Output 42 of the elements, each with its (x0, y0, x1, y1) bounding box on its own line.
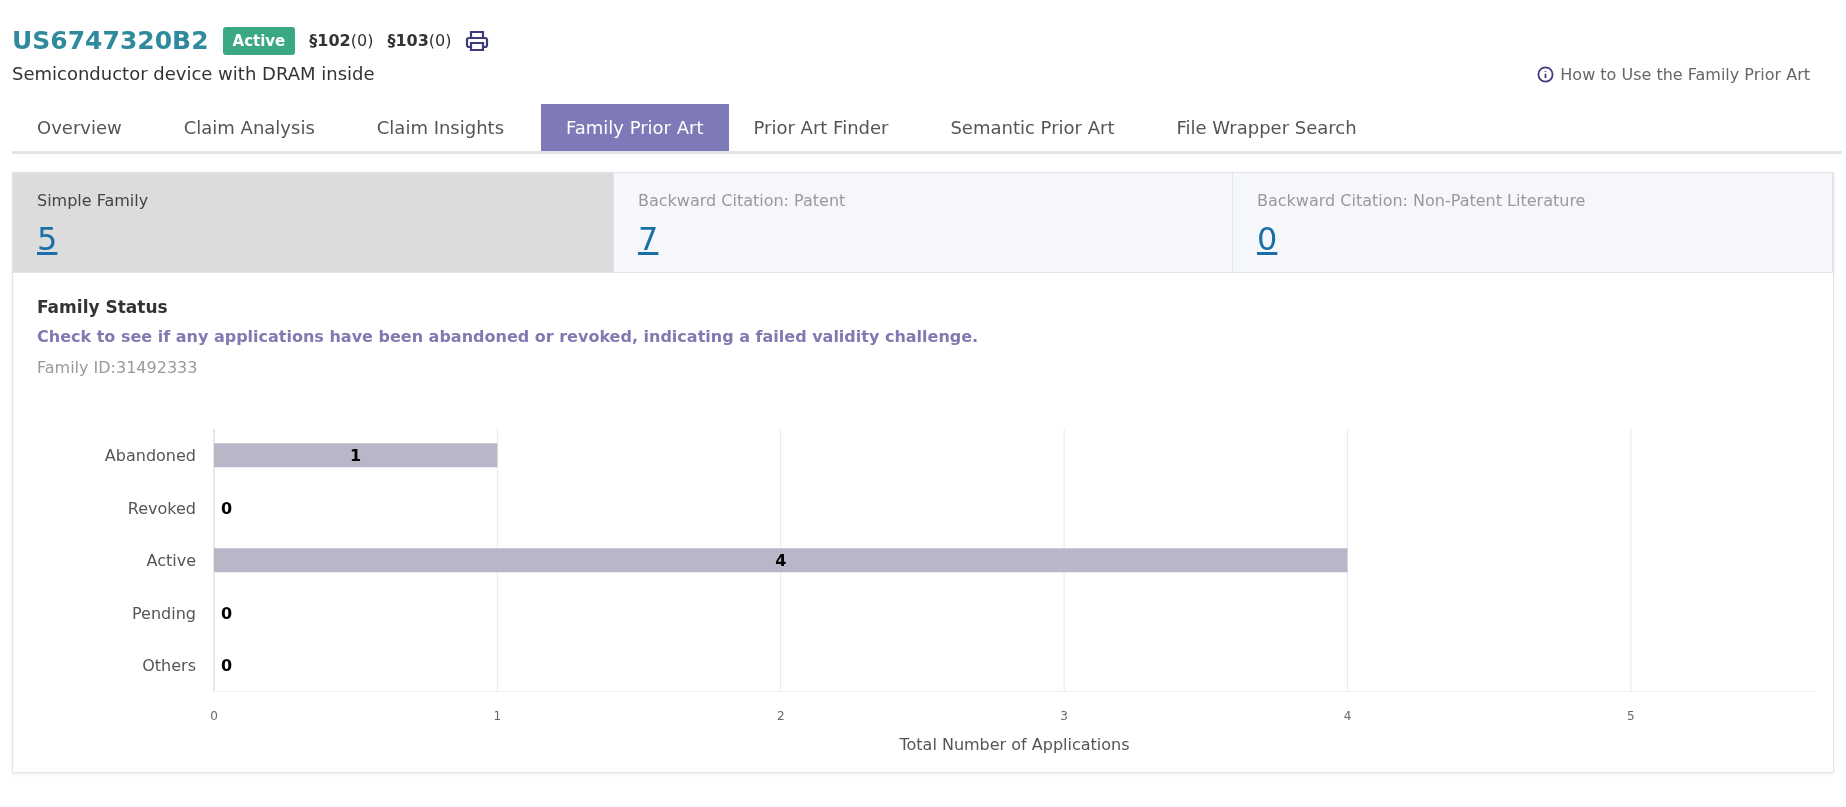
stat-label: Backward Citation: Patent (638, 191, 847, 210)
bar-value-label: 0 (221, 656, 233, 676)
section-count: §103(0) (387, 31, 452, 50)
axis-tick-label: 5 (1627, 708, 1635, 723)
axis-tick-label: 4 (1343, 708, 1352, 723)
section-heading: Family Status (37, 297, 169, 317)
help-link[interactable]: How to Use the Family Prior Art (1537, 65, 1810, 84)
stat-value-link[interactable]: 5 (37, 220, 58, 258)
tab[interactable]: Semantic Prior Art (925, 104, 1140, 151)
stat-value-link[interactable]: 7 (638, 220, 659, 258)
patent-title: Semiconductor device with DRAM inside (12, 63, 375, 84)
axis-title: Total Number of Applications (899, 734, 1130, 754)
stat-label: Simple Family (37, 191, 150, 210)
axis-tick-label: 1 (493, 708, 502, 723)
section-count: §102(0) (309, 31, 374, 50)
status-badge: Active (222, 26, 296, 55)
category-label: Abandoned (104, 446, 196, 466)
axis-tick-label: 2 (776, 708, 785, 723)
tab[interactable]: Claim Insights (351, 104, 529, 151)
tab[interactable]: Claim Analysis (158, 104, 340, 151)
category-label: Others (142, 656, 196, 676)
category-label: Active (146, 551, 196, 571)
patent-number: US6747320B2 (12, 26, 209, 55)
stat-value-link[interactable]: 0 (1257, 220, 1278, 258)
tab[interactable]: Overview (12, 104, 147, 151)
family-id: Family ID:31492333 (37, 358, 199, 377)
bar-value-label: 1 (350, 446, 362, 466)
stat-label: Backward Citation: Non-Patent Literature (1257, 191, 1587, 210)
stat-card[interactable]: Simple Family 5 (13, 173, 614, 272)
print-icon[interactable] (465, 28, 490, 53)
axis-tick-label: 0 (210, 708, 218, 723)
section-description: Check to see if any applications have been abandoned or revoked, indicating a failed validity challenge. (37, 327, 980, 346)
bar-value-label: 0 (221, 603, 233, 623)
tab[interactable]: Family Prior Art (541, 104, 729, 151)
category-label: Pending (132, 603, 196, 623)
bar-value-label: 4 (775, 551, 787, 571)
axis-tick-label: 3 (1060, 708, 1068, 723)
bar-value-label: 0 (221, 498, 233, 518)
tab[interactable]: Prior Art Finder (728, 104, 914, 151)
category-label: Revoked (127, 498, 196, 518)
tab[interactable]: File Wrapper Search (1151, 104, 1382, 151)
info-icon (1537, 66, 1555, 83)
